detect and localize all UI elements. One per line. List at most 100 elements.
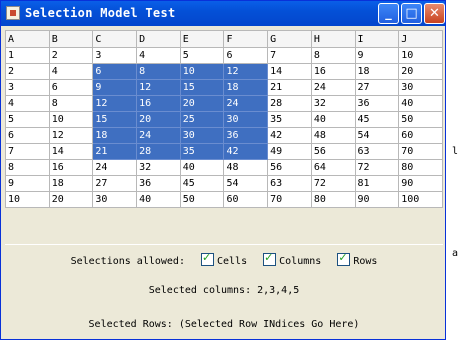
table-cell[interactable]: 90 bbox=[354, 191, 400, 208]
table-cell[interactable]: 8 bbox=[5, 159, 50, 176]
table-row[interactable]: 3 6 9 12 15 18 21 24 27 30 bbox=[5, 79, 443, 96]
table-cell[interactable]: 90 bbox=[398, 175, 443, 192]
table-cell[interactable]: 45 bbox=[354, 111, 400, 128]
table-row[interactable]: 1 2 3 4 5 6 7 8 9 10 bbox=[5, 47, 443, 64]
table-cell[interactable]: 8 bbox=[48, 95, 94, 112]
table-cell[interactable]: 5 bbox=[179, 47, 225, 64]
column-header[interactable]: G bbox=[267, 30, 312, 48]
column-header[interactable]: F bbox=[223, 30, 269, 48]
table-cell[interactable]: 15 bbox=[92, 111, 138, 128]
column-header[interactable]: I bbox=[354, 30, 400, 48]
table-cell[interactable]: 16 bbox=[310, 63, 356, 80]
table-cell[interactable]: 8 bbox=[310, 47, 356, 64]
table-cell[interactable]: 9 bbox=[5, 175, 50, 192]
close-button[interactable]: ✕ bbox=[424, 3, 445, 24]
table-cell[interactable]: 42 bbox=[267, 127, 312, 144]
table-cell[interactable]: 12 bbox=[223, 63, 269, 80]
table-cell[interactable]: 27 bbox=[354, 79, 400, 96]
cells-checkbox[interactable] bbox=[201, 251, 214, 266]
table-cell[interactable]: 80 bbox=[398, 159, 443, 176]
table-cell[interactable]: 20 bbox=[179, 95, 225, 112]
table-cell[interactable]: 14 bbox=[48, 143, 94, 160]
table-cell[interactable]: 32 bbox=[136, 159, 181, 176]
table-cell[interactable]: 20 bbox=[136, 111, 181, 128]
table-cell[interactable]: 24 bbox=[223, 95, 269, 112]
table-cell[interactable]: 16 bbox=[48, 159, 94, 176]
table-row[interactable]: 7 14 21 28 35 42 49 56 63 70 bbox=[5, 143, 443, 160]
table-cell[interactable]: 24 bbox=[310, 79, 356, 96]
table-row[interactable]: 5 10 15 20 25 30 35 40 45 50 bbox=[5, 111, 443, 128]
table-cell[interactable]: 4 bbox=[136, 47, 181, 64]
table-cell[interactable]: 30 bbox=[179, 127, 225, 144]
table-cell[interactable]: 7 bbox=[5, 143, 50, 160]
table-cell[interactable]: 12 bbox=[92, 95, 138, 112]
table-cell[interactable]: 10 bbox=[48, 111, 94, 128]
table-cell[interactable]: 40 bbox=[136, 191, 181, 208]
table-cell[interactable]: 36 bbox=[136, 175, 181, 192]
table-cell[interactable]: 60 bbox=[398, 127, 443, 144]
column-header[interactable]: J bbox=[398, 30, 443, 48]
table-cell[interactable]: 45 bbox=[179, 175, 225, 192]
table-cell[interactable]: 36 bbox=[354, 95, 400, 112]
table-cell[interactable]: 18 bbox=[354, 63, 400, 80]
columns-checkbox-label[interactable]: Columns bbox=[279, 256, 321, 267]
table-cell[interactable]: 50 bbox=[179, 191, 225, 208]
table-cell[interactable]: 32 bbox=[310, 95, 356, 112]
table-row[interactable]: 9 18 27 36 45 54 63 72 81 90 bbox=[5, 175, 443, 192]
table-row[interactable]: 10 20 30 40 50 60 70 80 90 100 bbox=[5, 191, 443, 208]
table-cell[interactable]: 6 bbox=[5, 127, 50, 144]
column-header[interactable]: C bbox=[92, 30, 138, 48]
table-cell[interactable]: 3 bbox=[92, 47, 138, 64]
table-cell[interactable]: 36 bbox=[223, 127, 269, 144]
column-header[interactable]: E bbox=[179, 30, 225, 48]
table-cell[interactable]: 8 bbox=[136, 63, 181, 80]
column-header[interactable]: H bbox=[310, 30, 356, 48]
table-row[interactable]: 4 8 12 16 20 24 28 32 36 40 bbox=[5, 95, 443, 112]
table-cell[interactable]: 80 bbox=[310, 191, 356, 208]
table-row[interactable]: 8 16 24 32 40 48 56 64 72 80 bbox=[5, 159, 443, 176]
table-cell[interactable]: 6 bbox=[48, 79, 94, 96]
table-cell[interactable]: 5 bbox=[5, 111, 50, 128]
table-cell[interactable]: 14 bbox=[267, 63, 312, 80]
table-cell[interactable]: 54 bbox=[223, 175, 269, 192]
table-cell[interactable]: 16 bbox=[136, 95, 181, 112]
table-cell[interactable]: 72 bbox=[354, 159, 400, 176]
table-cell[interactable]: 56 bbox=[310, 143, 356, 160]
table-cell[interactable]: 10 bbox=[398, 47, 443, 64]
table-cell[interactable]: 50 bbox=[398, 111, 443, 128]
table-cell[interactable]: 63 bbox=[267, 175, 312, 192]
table-cell[interactable]: 12 bbox=[48, 127, 94, 144]
table-cell[interactable]: 2 bbox=[5, 63, 50, 80]
table-cell[interactable]: 35 bbox=[267, 111, 312, 128]
rows-checkbox[interactable] bbox=[337, 251, 351, 266]
table-cell[interactable]: 35 bbox=[179, 143, 225, 160]
table-cell[interactable]: 56 bbox=[267, 159, 312, 176]
table-cell[interactable]: 48 bbox=[310, 127, 356, 144]
table-cell[interactable]: 40 bbox=[398, 95, 443, 112]
column-header[interactable]: A bbox=[5, 30, 50, 48]
column-header[interactable]: D bbox=[136, 30, 181, 48]
table-cell[interactable]: 40 bbox=[310, 111, 356, 128]
table-cell[interactable]: 48 bbox=[223, 159, 269, 176]
rows-checkbox-label[interactable]: Rows bbox=[353, 256, 377, 267]
data-table[interactable]: ABCDEFGHIJ 1 2 3 4 5 6 7 8 9 10 2 4 6 8 10 12 14 16 18 20 3 6… bbox=[5, 30, 443, 208]
table-cell[interactable]: 15 bbox=[179, 79, 225, 96]
table-cell[interactable]: 30 bbox=[92, 191, 138, 208]
table-cell[interactable]: 12 bbox=[136, 79, 181, 96]
table-cell[interactable]: 10 bbox=[179, 63, 225, 80]
table-cell[interactable]: 24 bbox=[92, 159, 138, 176]
table-cell[interactable]: 21 bbox=[92, 143, 138, 160]
table-cell[interactable]: 70 bbox=[267, 191, 312, 208]
table-cell[interactable]: 30 bbox=[223, 111, 269, 128]
table-cell[interactable]: 72 bbox=[310, 175, 356, 192]
table-cell[interactable]: 21 bbox=[267, 79, 312, 96]
table-cell[interactable]: 4 bbox=[48, 63, 94, 80]
table-cell[interactable]: 60 bbox=[223, 191, 269, 208]
table-cell[interactable]: 9 bbox=[354, 47, 400, 64]
table-cell[interactable]: 18 bbox=[223, 79, 269, 96]
table-cell[interactable]: 3 bbox=[5, 79, 50, 96]
table-cell[interactable]: 7 bbox=[267, 47, 312, 64]
table-cell[interactable]: 27 bbox=[92, 175, 138, 192]
table-cell[interactable]: 6 bbox=[223, 47, 269, 64]
cells-checkbox-label[interactable]: Cells bbox=[217, 256, 247, 267]
